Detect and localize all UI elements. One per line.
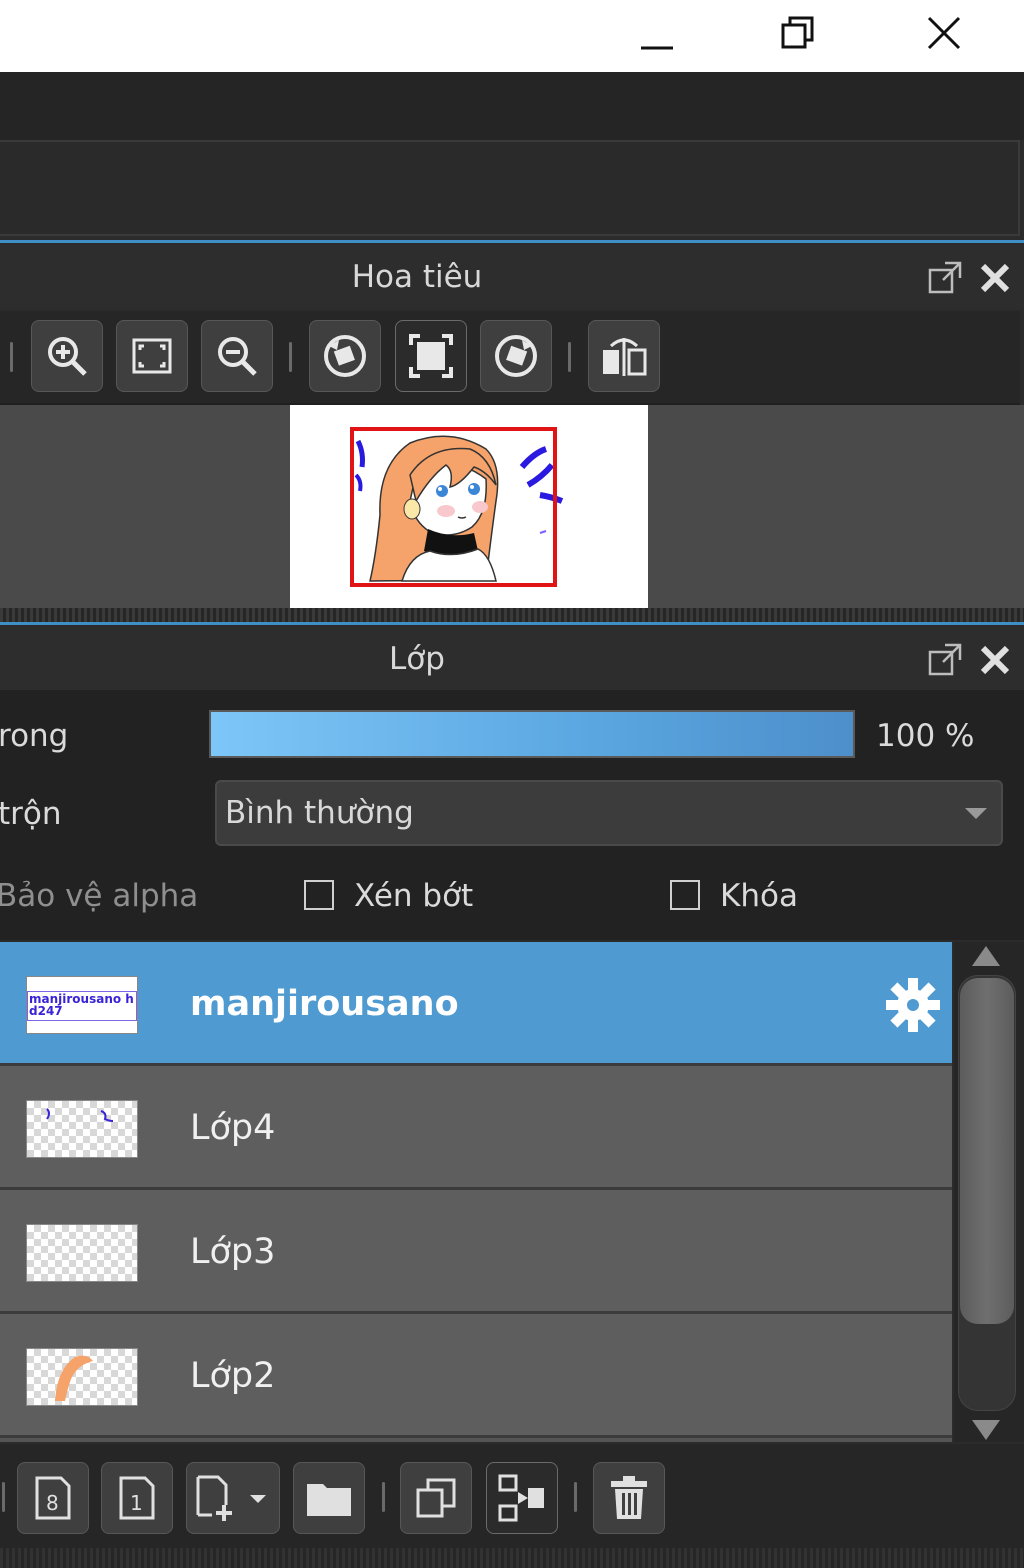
opacity-slider[interactable] xyxy=(209,710,855,758)
layers-panel-header: Lớp xyxy=(0,627,1024,691)
merge-down-icon xyxy=(498,1474,544,1522)
restore-icon xyxy=(781,16,814,49)
svg-text:1: 1 xyxy=(130,1491,143,1515)
zoom-in-icon xyxy=(48,337,87,376)
opacity-label: rong xyxy=(0,718,69,754)
top-panel-area xyxy=(0,140,1020,236)
window-title-bar xyxy=(0,0,1024,72)
new-1bit-layer-button[interactable]: 1 xyxy=(101,1462,173,1534)
layer-thumbnail xyxy=(26,1224,138,1282)
minimize-icon xyxy=(641,46,673,50)
layer-name: Lớp2 xyxy=(190,1356,276,1396)
clip-checkbox[interactable] xyxy=(304,880,334,910)
fit-view-icon xyxy=(132,338,172,374)
fit-view-button[interactable] xyxy=(116,320,188,392)
layer-thumbnail xyxy=(26,1100,138,1158)
layer-thumbnail xyxy=(26,1348,138,1406)
new-folder-button[interactable] xyxy=(293,1462,365,1534)
reset-view-icon xyxy=(409,334,453,378)
navigator-panel-header: Hoa tiêu xyxy=(0,245,1024,309)
folder-icon xyxy=(307,1484,351,1516)
merge-layer-button[interactable] xyxy=(486,1462,558,1534)
toolbar-separator xyxy=(568,342,571,372)
close-panel-icon[interactable] xyxy=(978,643,1012,677)
svg-text:8: 8 xyxy=(46,1491,59,1515)
splitter-handle[interactable] xyxy=(0,608,1024,622)
close-panel-icon[interactable] xyxy=(978,261,1012,295)
panel-divider xyxy=(0,622,1024,625)
blend-mode-value: Bình thường xyxy=(225,795,414,831)
chevron-down-icon xyxy=(965,808,987,819)
navigator-title: Hoa tiêu xyxy=(351,259,483,295)
close-window-button[interactable] xyxy=(908,0,980,66)
duplicate-icon xyxy=(416,1478,456,1518)
add-layer-dropdown-button[interactable] xyxy=(186,1462,280,1534)
trash-icon xyxy=(611,1476,647,1519)
layers-title: Lớp xyxy=(389,641,445,677)
protect-alpha-label: Bảo vệ alpha xyxy=(0,878,199,914)
new-8bit-layer-button[interactable]: 8 xyxy=(17,1462,89,1534)
close-icon xyxy=(927,16,961,50)
rotate-right-button[interactable] xyxy=(480,320,552,392)
panel-divider xyxy=(0,240,1024,243)
add-layer-icon xyxy=(196,1475,266,1521)
menu-strip xyxy=(0,72,1024,140)
toolbar-separator xyxy=(289,342,292,372)
lock-checkbox[interactable] xyxy=(670,880,700,910)
layer-thumbnail: manjirousano hd247 xyxy=(26,976,138,1034)
layer-8bit-icon: 8 xyxy=(35,1476,71,1520)
duplicate-layer-button[interactable] xyxy=(400,1462,472,1534)
layer-row[interactable]: Lớp4 xyxy=(0,1066,952,1190)
thumbnail-text: manjirousano hd247 xyxy=(29,993,134,1018)
scroll-up-icon[interactable] xyxy=(972,946,1000,966)
rotate-left-icon xyxy=(324,335,366,377)
viewport-rectangle[interactable] xyxy=(350,427,557,587)
clip-label: Xén bớt xyxy=(354,878,474,914)
layer-list: manjirousano hd247 manjirousano Lớp4 Lớp… xyxy=(0,942,952,1442)
restore-button[interactable] xyxy=(763,0,835,66)
toolbar-separator xyxy=(574,1482,577,1512)
layer-toolbar: 8 1 xyxy=(0,1444,1024,1548)
opacity-value: 100 % xyxy=(876,718,975,754)
delete-layer-button[interactable] xyxy=(593,1462,665,1534)
gear-icon[interactable] xyxy=(884,976,942,1034)
layer-row[interactable]: manjirousano hd247 manjirousano xyxy=(0,942,952,1066)
toolbar-separator xyxy=(10,342,13,372)
flip-horizontal-button[interactable] xyxy=(588,320,660,392)
zoom-out-button[interactable] xyxy=(201,320,273,392)
status-strip xyxy=(0,1548,1024,1568)
navigator-preview[interactable] xyxy=(0,405,1024,608)
scroll-down-icon[interactable] xyxy=(972,1420,1000,1440)
canvas-thumbnail xyxy=(290,405,648,608)
minimize-button[interactable] xyxy=(621,0,693,66)
layer-row[interactable]: Lớp3 xyxy=(0,1190,952,1314)
undock-icon[interactable] xyxy=(928,261,962,295)
zoom-out-icon xyxy=(218,337,257,376)
toolbar-separator xyxy=(382,1482,385,1512)
zoom-in-button[interactable] xyxy=(31,320,103,392)
undock-icon[interactable] xyxy=(928,643,962,677)
layer-name: manjirousano xyxy=(190,984,459,1024)
layer-properties: rong 100 % trộn Bình thường Bảo vệ alpha… xyxy=(0,690,1024,940)
layer-name: Lớp3 xyxy=(190,1232,276,1272)
blend-mode-select[interactable]: Bình thường xyxy=(215,780,1003,846)
rotate-left-button[interactable] xyxy=(309,320,381,392)
navigator-toolbar xyxy=(0,311,1020,405)
rotate-right-icon xyxy=(495,335,537,377)
layer-name: Lớp4 xyxy=(190,1108,276,1148)
scrollbar-thumb[interactable] xyxy=(960,978,1014,1324)
layer-1bit-icon: 1 xyxy=(119,1476,155,1520)
flip-horizontal-icon xyxy=(603,338,647,376)
lock-label: Khóa xyxy=(720,878,798,914)
blend-mode-label: trộn xyxy=(0,796,62,832)
toolbar-separator xyxy=(2,1482,5,1512)
layer-row[interactable]: Lớp2 xyxy=(0,1314,952,1438)
reset-view-button[interactable] xyxy=(395,320,467,392)
